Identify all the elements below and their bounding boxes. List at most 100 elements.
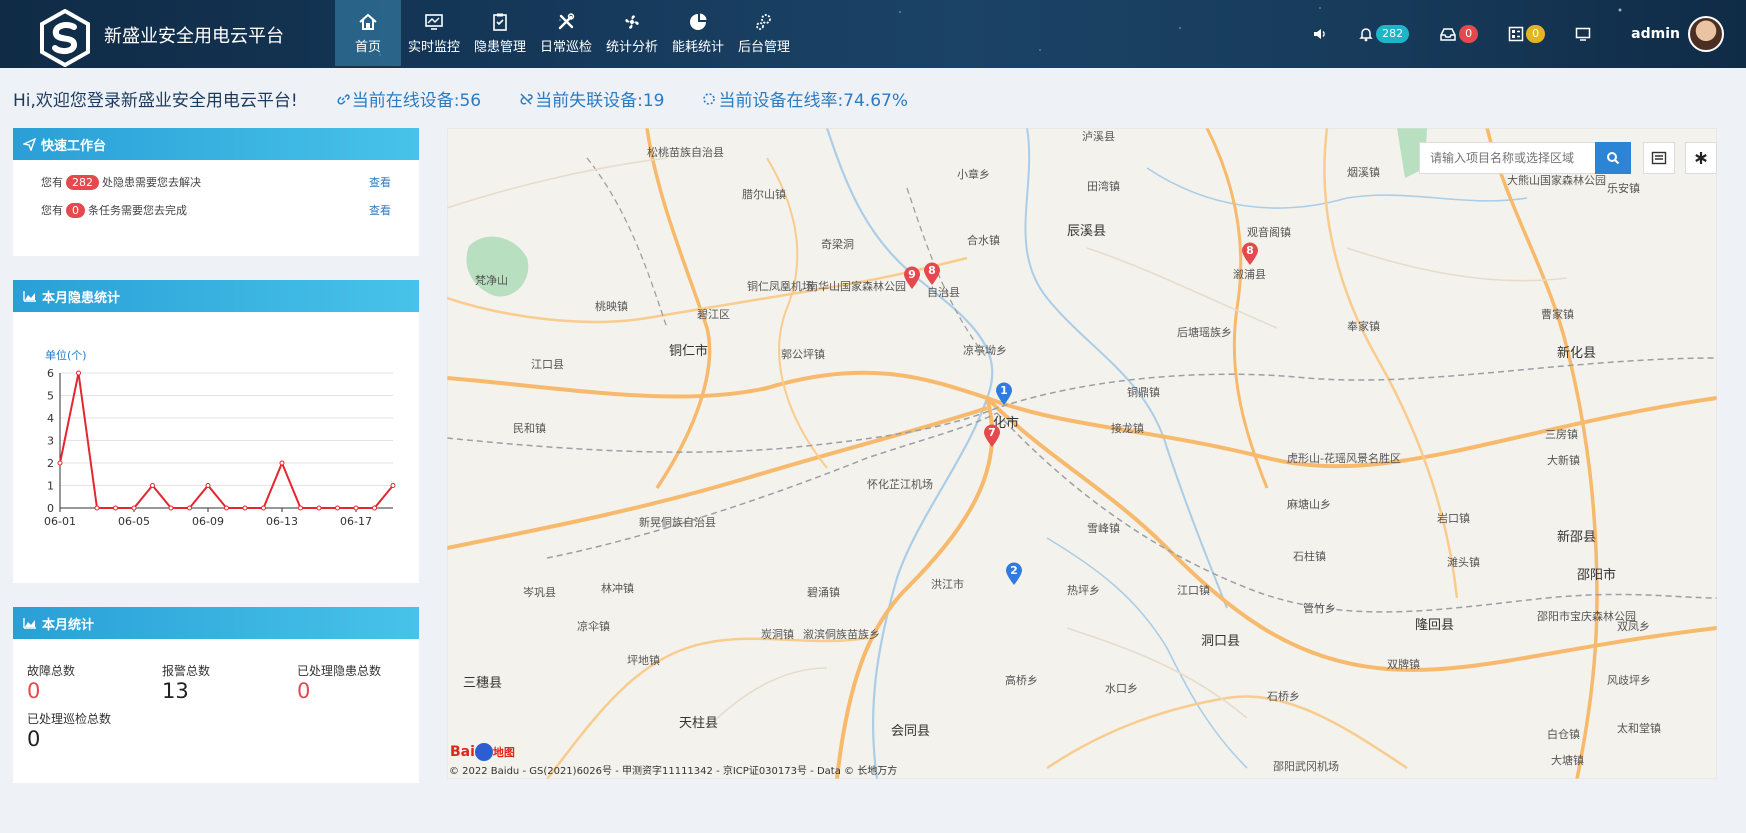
workbench-title: 快速工作台: [41, 138, 107, 154]
y-tick-label: 2: [47, 457, 54, 470]
map-place-label: 洞口县: [1201, 634, 1241, 649]
pending-task-prefix: 您有: [41, 204, 63, 217]
y-tick-label: 1: [47, 480, 54, 493]
map-place-label: 洪江市: [931, 578, 964, 591]
hazard-data-point: [94, 505, 100, 511]
map-copyright: © 2022 Baidu - GS(2021)6026号 - 甲测资字11111…: [449, 766, 898, 777]
nav-home[interactable]: 首页: [335, 0, 401, 66]
map-place-label: 泸溪县: [1082, 130, 1115, 143]
map-place-label: 怀化芷江机场: [867, 478, 933, 491]
baidu-map[interactable]: 松桃苗族自治县 泸溪县 腊尔山镇 小章乡 田湾镇 辰溪县 合水镇 奇梁洞 观音阁镇 烟溪镇 大熊山国…: [447, 128, 1717, 779]
hazard-chart-header: 本月隐患统计: [13, 280, 419, 312]
map-place-label: 碧江区: [697, 308, 730, 321]
header-toolbar: 282 0 0 admin: [1312, 0, 1746, 68]
task-count-badge: 0: [1526, 25, 1546, 43]
view-tasks-link[interactable]: 查看: [369, 202, 391, 218]
map-search-input[interactable]: [1419, 142, 1595, 174]
device-marker-count: 7: [988, 426, 996, 439]
hazard-data-point: [57, 460, 63, 466]
map-place-label: 岑巩县: [523, 586, 556, 599]
task-notifications[interactable]: 0: [1508, 25, 1546, 43]
map-place-label: 郭公坪镇: [781, 348, 825, 361]
handled-hazard-value: 0: [297, 679, 311, 703]
nav-realtime-monitor-label: 实时监控: [407, 39, 460, 55]
map-place-label: 新邵县: [1557, 530, 1597, 545]
app-logo[interactable]: [36, 9, 94, 67]
baidu-paw-icon: [474, 743, 493, 761]
map-place-label: 溆滨侗族苗族乡: [803, 628, 880, 641]
map-search-button[interactable]: [1595, 142, 1631, 174]
alarm-count-badge: 282: [1376, 25, 1410, 43]
hazard-data-point: [187, 505, 192, 511]
hazard-data-point: [242, 505, 248, 511]
device-marker[interactable]: 1: [995, 382, 1013, 406]
view-hazards-link[interactable]: 查看: [369, 174, 391, 190]
alarm-notifications[interactable]: 282: [1358, 25, 1410, 43]
baidu-map-logo[interactable]: Bai 地图: [450, 743, 515, 761]
online-devices-stat: 当前在线设备:56: [336, 86, 481, 111]
hazard-data-point: [205, 483, 211, 488]
pending-task-suffix: 条任务需要您去完成: [88, 204, 187, 217]
map-layer-toggle[interactable]: [1643, 142, 1675, 174]
pie-icon: [690, 13, 707, 30]
monitor-icon: [425, 13, 443, 30]
area-chart-icon: [23, 618, 36, 629]
username-label[interactable]: admin: [1631, 26, 1680, 42]
nav-realtime-monitor[interactable]: 实时监控: [401, 0, 467, 66]
map-place-label: 邵阳武冈机场: [1273, 760, 1339, 773]
user-avatar[interactable]: [1688, 16, 1724, 52]
map-place-label: 碧涌镇: [807, 586, 840, 599]
fullscreen-toggle[interactable]: [1575, 26, 1591, 42]
baidu-map-logo-text: 地图: [492, 746, 515, 759]
map-place-label: 雪峰镇: [1087, 522, 1120, 535]
nav-hazard-management[interactable]: 隐患管理: [467, 0, 533, 66]
task-grid-icon: [1508, 26, 1524, 42]
monthly-stats-header: 本月统计: [13, 607, 419, 639]
hazard-chart-title: 本月隐患统计: [42, 290, 121, 306]
hazard-task-row: 您有 282 处隐患需要您去解决 查看: [13, 174, 419, 190]
map-place-label: 热坪乡: [1067, 584, 1100, 597]
map-place-label: 奉家镇: [1347, 320, 1380, 333]
offline-devices-label: 当前失联设备:19: [535, 91, 665, 111]
device-marker[interactable]: 8: [923, 262, 941, 286]
map-place-label: 铜鼎镇: [1127, 386, 1160, 399]
map-place-label: 小章乡: [957, 168, 990, 181]
hazard-line-chart: 单位(个) 0 1 2 3 4 5 6 06-01 06-05 06-09 06-13 06-17: [44, 348, 396, 528]
nav-energy-stats[interactable]: 能耗统计: [665, 0, 731, 66]
nav-backend-admin[interactable]: 后台管理: [731, 0, 797, 66]
welcome-bar: Hi,欢迎您登录新盛业安全用电云平台! 当前在线设备:56 当前失联设备:19 …: [13, 86, 908, 111]
online-rate-stat: 当前设备在线率:74.67%: [702, 86, 908, 111]
message-notifications[interactable]: 0: [1439, 25, 1479, 43]
map-place-label: 铜仁市: [669, 344, 709, 359]
map-settings-button[interactable]: [1685, 142, 1717, 174]
map-place-label: 大熊山国家森林公园: [1507, 174, 1606, 187]
hazard-data-point: [335, 505, 340, 511]
fault-total-label: 故障总数: [27, 664, 76, 678]
map-place-label: 烟溪镇: [1347, 166, 1380, 179]
map-place-label: 麻塘山乡: [1287, 498, 1331, 511]
handled-inspection-label: 已处理巡检总数: [27, 712, 112, 726]
handled-inspection-value: 0: [27, 727, 41, 751]
nav-statistics[interactable]: 统计分析: [599, 0, 665, 66]
device-marker[interactable]: 8: [1241, 242, 1259, 266]
map-place-label: 管竹乡: [1303, 602, 1336, 615]
nav-energy-stats-label: 能耗统计: [671, 39, 724, 55]
hazard-count-pill: 282: [66, 174, 99, 190]
device-marker[interactable]: 9: [903, 266, 921, 290]
hazard-data-point: [316, 505, 322, 511]
online-devices-label: 当前在线设备:56: [351, 91, 482, 111]
nav-daily-inspection[interactable]: 日常巡检: [533, 0, 599, 66]
inbox-icon: [1440, 28, 1456, 41]
message-count-badge: 0: [1459, 25, 1479, 43]
hazard-data-point: [372, 505, 377, 511]
device-marker[interactable]: 7: [983, 424, 1001, 448]
device-marker[interactable]: 2: [1005, 562, 1023, 586]
sound-toggle[interactable]: [1312, 26, 1328, 42]
y-tick-label: 6: [47, 367, 54, 380]
welcome-greeting: Hi,欢迎您登录新盛业安全用电云平台!: [13, 91, 298, 111]
map-place-label: 天柱县: [679, 716, 719, 731]
speaker-icon: [1314, 29, 1325, 39]
main-nav: 首页 实时监控 隐患管理 日常巡检 统计分析 能耗统计 后台管理: [335, 0, 797, 68]
map-place-label: 梵净山: [475, 274, 508, 287]
map-place-label: 接龙镇: [1111, 422, 1144, 435]
